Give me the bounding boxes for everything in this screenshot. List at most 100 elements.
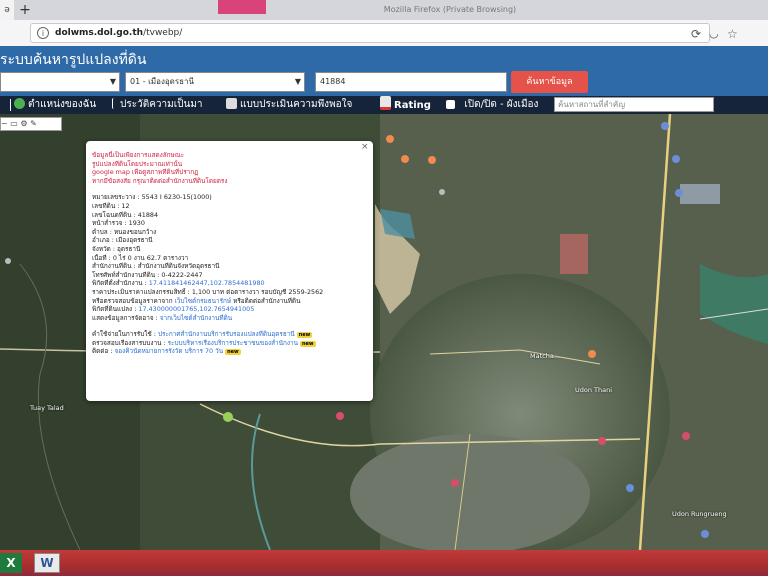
site-header: ระบบค้นหารูปแปลงที่ดิน ▼ 01 - เมืองอุดรธ… bbox=[0, 46, 768, 96]
map-poi-marker[interactable] bbox=[672, 155, 680, 163]
new-badge: new bbox=[225, 349, 241, 356]
parcel-number-input[interactable]: 41884 bbox=[315, 72, 507, 92]
popup-field: โทรศัพท์สำนักงานที่ดิน : 0-4222-2447 bbox=[92, 270, 203, 279]
popup-field: แสดงข้อมูลการจัดอาจ : จากเว็บไซต์สำนักงา… bbox=[92, 313, 233, 322]
service-link[interactable]: ประกาศสำนักงานบริการรับรองแปลงที่ดินอุดร… bbox=[158, 330, 295, 338]
popup-notice: ข้อมูลนี้เป็นเพียงการแสดงลักษณะ bbox=[92, 151, 185, 159]
url-path: /tvwebp/ bbox=[143, 28, 183, 38]
nav-my-location[interactable]: ตำแหน่งของฉัน bbox=[14, 96, 96, 114]
nav-label: เปิด/ปิด - ผังเมือง bbox=[464, 99, 539, 110]
service-row: ตรวจสอบเรื่องสารบบงาน : ระบบบริหารเรื่อง… bbox=[92, 338, 316, 347]
popup-field: เลขที่ดิน : 12 bbox=[92, 201, 130, 210]
nav-label: ตำแหน่งของฉัน bbox=[28, 99, 97, 110]
new-tab-button[interactable]: + bbox=[18, 2, 32, 18]
nav-label: แบบประเมินความพึงพอใจ bbox=[240, 99, 353, 110]
word-icon[interactable]: W bbox=[34, 553, 60, 573]
map-label: Tuay Talad bbox=[30, 404, 64, 412]
nav-history[interactable]: ประวัติความเป็นมา bbox=[112, 96, 203, 114]
map-poi-marker[interactable] bbox=[401, 155, 409, 163]
map-label: Matcha... bbox=[530, 352, 561, 360]
map-building-block bbox=[560, 234, 588, 274]
map-location-pin[interactable] bbox=[223, 412, 233, 422]
pocket-icon[interactable]: ◡ bbox=[709, 27, 719, 40]
highlighted-tab[interactable] bbox=[218, 0, 266, 14]
service-link[interactable]: จองคิวนัดหมายการรังวัด บริการ 70 วัน bbox=[115, 347, 224, 355]
new-badge: new bbox=[299, 340, 316, 347]
popup-field: หรือตรวจสอบข้อมูลราคาจาก เว็บไซต์กรมธนาร… bbox=[92, 296, 301, 305]
popup-field: เนื้อที่ : 0 ไร่ 0 งาน 62.7 ตารางวา bbox=[92, 253, 189, 262]
address-bar[interactable]: i dolwms.dol.go.th/tvwebp/ ⟳ ◡ ☆ bbox=[30, 23, 738, 43]
map-label: Udon Thani bbox=[575, 386, 613, 394]
map-poi-marker[interactable] bbox=[598, 437, 606, 445]
map-poi-marker[interactable] bbox=[675, 189, 683, 197]
treasury-link[interactable]: เว็บไซต์กรมธนารักษ์ bbox=[175, 297, 231, 305]
popup-field: พิกัดที่ดินแปลง : 17.430000001765,102.76… bbox=[92, 305, 255, 314]
map-building-block bbox=[680, 184, 720, 204]
place-search-input[interactable]: ค้นหาสถานที่สำคัญ bbox=[554, 97, 714, 112]
page-title: ระบบค้นหารูปแปลงที่ดิน bbox=[0, 52, 147, 68]
map-poi-marker[interactable] bbox=[428, 156, 436, 164]
nav-rating[interactable]: Rating bbox=[380, 96, 431, 114]
window-title: Mozilla Firefox (Private Browsing) bbox=[383, 5, 517, 14]
map-poi-marker[interactable] bbox=[701, 530, 709, 538]
map-poi-marker[interactable] bbox=[386, 135, 394, 143]
map-poi-marker[interactable] bbox=[682, 432, 690, 440]
map-poi-marker[interactable] bbox=[626, 484, 634, 492]
chevron-down-icon: ▼ bbox=[109, 77, 116, 86]
nav-survey[interactable]: แบบประเมินความพึงพอใจ bbox=[226, 96, 352, 114]
browser-tab[interactable]: ə bbox=[0, 0, 14, 20]
popup-field: ราคาประเมินราคาแปลงกรรมสิทธิ์ : 1,100 บา… bbox=[92, 287, 324, 296]
district-select-value: 01 - เมืองอุดรธานี bbox=[130, 77, 195, 86]
history-icon bbox=[112, 98, 117, 109]
map-poi-marker[interactable] bbox=[451, 479, 459, 487]
map-poi-marker[interactable] bbox=[588, 350, 596, 358]
chart-icon bbox=[380, 96, 391, 110]
nav-bar: ตำแหน่งของฉัน ประวัติความเป็นมา แบบประเม… bbox=[0, 96, 768, 114]
browser-tab-bar: ə + Mozilla Firefox (Private Browsing) bbox=[0, 0, 768, 20]
popup-field: ตำบล : หนองขอนกว้าง bbox=[92, 227, 157, 236]
popup-notice: รูปแปลงที่ดินโดยประมาณเท่านั้น bbox=[92, 159, 183, 168]
popup-body: ข้อมูลนี้เป็นเพียงการแสดงลักษณะ รูปแปลงท… bbox=[92, 151, 364, 356]
popup-field: เลขโฉนดที่ดิน : 41884 bbox=[92, 210, 159, 219]
popup-field: หน้าสำรวจ : 1930 bbox=[92, 219, 145, 228]
url-text[interactable]: dolwms.dol.go.th/tvwebp/ bbox=[55, 24, 182, 42]
browser-toolbar: i dolwms.dol.go.th/tvwebp/ ⟳ ◡ ☆ bbox=[0, 20, 768, 47]
parcel-coords-link[interactable]: 17.430000001765,102.7654941005 bbox=[138, 305, 254, 313]
map-label: Udon Rungrueng bbox=[672, 510, 727, 518]
service-row: ติดต่อ : จองคิวนัดหมายการรังวัด บริการ 7… bbox=[92, 347, 241, 356]
service-row: คำใช้จ่ายในการรับใช้ : ประกาศสำนักงานบริ… bbox=[92, 330, 313, 339]
reload-icon[interactable]: ⟳ bbox=[691, 27, 701, 41]
excel-icon[interactable]: X bbox=[0, 553, 22, 573]
layer-icon bbox=[446, 100, 455, 109]
map-poi-marker[interactable] bbox=[336, 412, 344, 420]
nav-label: ประวัติความเป็นมา bbox=[120, 99, 203, 110]
service-link[interactable]: ระบบบริหารเรื่องบริการประชาชนของสำนักงาน bbox=[168, 339, 298, 347]
map-poi-marker[interactable] bbox=[439, 189, 445, 195]
url-host: dolwms.dol.go.th bbox=[55, 28, 144, 38]
mortgage-link[interactable]: จากเว็บไซต์สำนักงานที่ดิน bbox=[160, 314, 232, 322]
popup-field: จังหวัด : อุดรธานี bbox=[92, 244, 141, 253]
province-select[interactable]: ▼ bbox=[0, 72, 120, 92]
map-poi-marker[interactable] bbox=[5, 258, 11, 264]
popup-notice: google map เพื่อดูสภาพที่ดินที่ปรากฏ bbox=[92, 168, 199, 177]
office-coords-link[interactable]: 17.411841462447,102.7854481980 bbox=[149, 279, 265, 287]
nav-divider bbox=[10, 99, 11, 111]
new-badge: new bbox=[296, 332, 313, 339]
popup-field: พิกัดที่ตั้งสำนักงาน : 17.411841462447,1… bbox=[92, 279, 265, 288]
info-icon[interactable]: i bbox=[37, 27, 49, 39]
popup-field: หมายเลขระวาง : 5543 I 6230-15(1000) bbox=[92, 193, 212, 202]
map-poi-marker[interactable] bbox=[661, 122, 669, 130]
form-icon bbox=[226, 98, 237, 109]
taskbar bbox=[0, 550, 768, 576]
popup-field: อำเภอ : เมืองอุดรธานี bbox=[92, 236, 153, 245]
star-icon[interactable]: ☆ bbox=[727, 27, 738, 41]
search-button[interactable]: ค้นหาข้อมูล bbox=[511, 71, 588, 93]
district-select[interactable]: 01 - เมืองอุดรธานี ▼ bbox=[125, 72, 305, 92]
nav-city-plan[interactable]: เปิด/ปิด - ผังเมือง bbox=[446, 96, 538, 114]
map-tools[interactable]: ~ ▭ ⚙ ✎ bbox=[0, 117, 62, 131]
globe-icon bbox=[14, 98, 25, 109]
chevron-down-icon: ▼ bbox=[294, 77, 301, 86]
popup-notice: หากมีข้อสงสัย กรุณาติดต่อสำนักงานที่ดินโ… bbox=[92, 176, 228, 185]
parcel-info-popup: × ข้อมูลนี้เป็นเพียงการแสดงลักษณะ รูปแปล… bbox=[86, 141, 373, 401]
nav-label: Rating bbox=[394, 100, 431, 111]
